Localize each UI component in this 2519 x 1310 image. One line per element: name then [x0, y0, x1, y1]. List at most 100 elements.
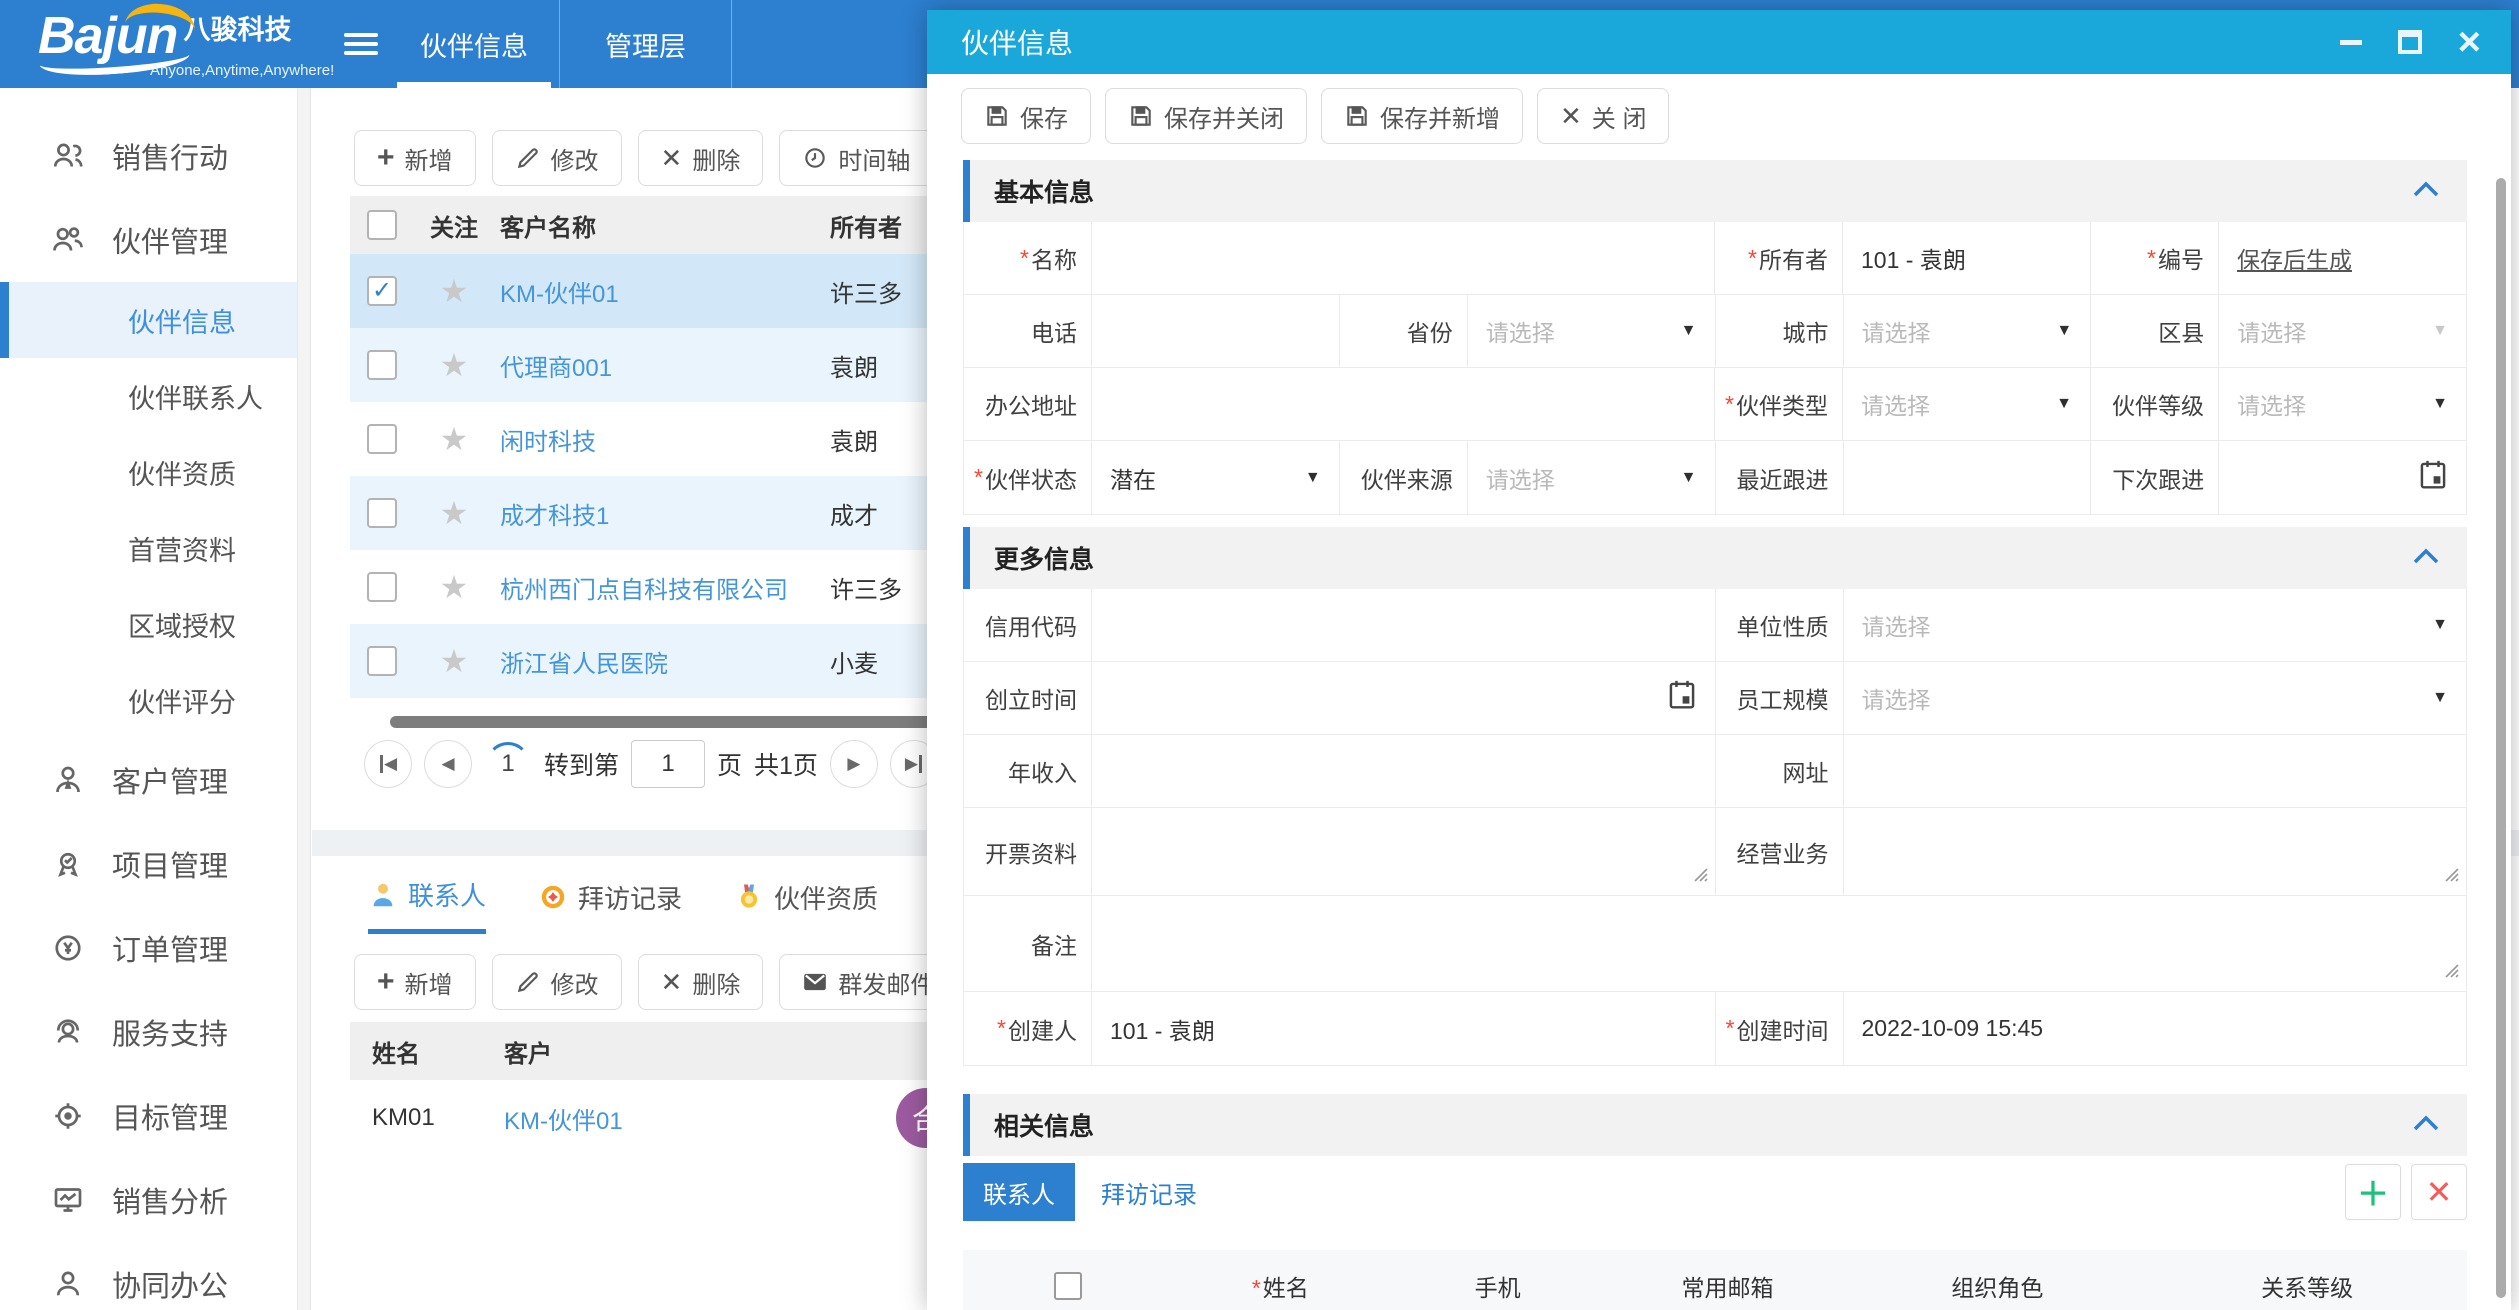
tab-management[interactable]: 管理层 [560, 0, 732, 88]
row-checkbox[interactable] [367, 498, 397, 528]
sidebar-item-partner-info[interactable]: 伙伴信息 [0, 282, 310, 358]
partner-level-select[interactable]: 请选择▼ [2219, 368, 2466, 440]
last-follow-input[interactable] [1844, 441, 2091, 514]
edit-button[interactable]: 修改 [492, 130, 622, 186]
first-page-button[interactable]: ◀ [364, 740, 412, 788]
star-icon[interactable]: ★ [440, 645, 469, 677]
staff-size-select[interactable]: 请选择▼ [1844, 662, 2467, 734]
minimize-icon[interactable] [2340, 40, 2362, 45]
partner-link[interactable]: 成才科技1 [500, 503, 609, 530]
sidebar-item-sales-analysis[interactable]: 销售分析 [0, 1158, 310, 1242]
business-textarea[interactable] [1844, 808, 2467, 895]
select-all-checkbox[interactable] [367, 210, 397, 240]
district-select[interactable]: 请选择▼ [2219, 295, 2466, 367]
related-tab-visits[interactable]: 拜访记录 [1101, 1175, 1197, 1210]
province-select[interactable]: 请选择▼ [1468, 295, 1715, 367]
row-checkbox[interactable] [367, 350, 397, 380]
star-icon[interactable]: ★ [440, 571, 469, 603]
sidebar-item-first-camp-materials[interactable]: 首营资料 [0, 510, 310, 586]
hamburger-menu-icon[interactable] [344, 28, 380, 60]
partner-source-select[interactable]: 请选择▼ [1468, 441, 1715, 514]
sidebar-item-order-management[interactable]: 订单管理 [0, 906, 310, 990]
collapse-chevron-icon[interactable] [2413, 1114, 2439, 1137]
sidebar-item-partner-management[interactable]: 伙伴管理 [0, 198, 310, 282]
sidebar-item-customer-management[interactable]: 客户管理 [0, 738, 310, 822]
page-input[interactable]: 1 [631, 740, 705, 788]
invoice-textarea[interactable] [1092, 808, 1715, 895]
field-creator: *创建人 101 - 袁朗 [964, 992, 1716, 1065]
code-generate-link[interactable]: 保存后生成 [2237, 241, 2352, 275]
collapse-chevron-icon[interactable] [2413, 180, 2439, 203]
related-delete-button[interactable]: ✕ [2411, 1164, 2467, 1220]
dialog-scrollbar[interactable] [2496, 178, 2506, 1298]
pencil-icon [515, 969, 541, 995]
partner-type-select[interactable]: 请选择▼ [1843, 368, 2090, 440]
contact-add-button[interactable]: +新增 [354, 954, 476, 1010]
sidebar-item-partner-score[interactable]: 伙伴评分 [0, 662, 310, 738]
sidebar-item-region-authorization[interactable]: 区域授权 [0, 586, 310, 662]
sidebar-item-sales-action[interactable]: 销售行动 [0, 114, 310, 198]
remark-textarea[interactable] [1092, 896, 2466, 991]
row-checkbox[interactable] [367, 424, 397, 454]
sidebar-item-target-management[interactable]: 目标管理 [0, 1074, 310, 1158]
save-new-button[interactable]: 保存并新增 [1321, 88, 1523, 144]
related-add-button[interactable]: ＋ [2345, 1164, 2401, 1220]
dialog-header[interactable]: 伙伴信息 × [927, 10, 2511, 74]
name-input[interactable] [1092, 222, 1714, 294]
maximize-icon[interactable] [2398, 30, 2422, 54]
org-nature-select[interactable]: 请选择▼ [1844, 589, 2467, 661]
next-follow-input[interactable] [2219, 441, 2466, 514]
row-checkbox[interactable] [367, 572, 397, 602]
city-select[interactable]: 请选择▼ [1844, 295, 2091, 367]
save-button[interactable]: 保存 [961, 88, 1091, 144]
calendar-icon[interactable] [2418, 459, 2448, 497]
contact-delete-button[interactable]: ✕删除 [638, 954, 764, 1010]
calendar-icon[interactable] [1667, 679, 1697, 717]
owner-value[interactable]: 101 - 袁朗 [1843, 222, 2090, 294]
related-tab-contacts[interactable]: 联系人 [963, 1163, 1075, 1221]
star-icon[interactable]: ★ [440, 349, 469, 381]
prev-page-button[interactable]: ◀ [424, 740, 472, 788]
phone-input[interactable] [1092, 295, 1339, 367]
sidebar-item-service-support[interactable]: 服务支持 [0, 990, 310, 1074]
save-close-button[interactable]: 保存并关闭 [1105, 88, 1307, 144]
close-button[interactable]: ✕关 闭 [1537, 88, 1669, 144]
tab-partner-qualification[interactable]: 伙伴资质 [734, 876, 878, 934]
sidebar-item-partner-qualification[interactable]: 伙伴资质 [0, 434, 310, 510]
contact-edit-button[interactable]: 修改 [492, 954, 622, 1010]
credit-code-input[interactable] [1092, 589, 1715, 661]
sidebar-item-project-management[interactable]: 项目管理 [0, 822, 310, 906]
resize-handle-icon[interactable] [2442, 862, 2460, 889]
current-page[interactable]: 1 [484, 740, 532, 788]
tab-partner-info[interactable]: 伙伴信息 [388, 0, 560, 88]
website-input[interactable] [1844, 735, 2467, 807]
annual-revenue-input[interactable] [1092, 735, 1715, 807]
add-button[interactable]: +新增 [354, 130, 476, 186]
next-page-button[interactable]: ▶ [830, 740, 878, 788]
partner-link[interactable]: 代理商001 [500, 355, 612, 382]
timeline-button[interactable]: 时间轴 [779, 130, 933, 186]
resize-handle-icon[interactable] [2442, 958, 2460, 985]
tab-contacts[interactable]: 联系人 [368, 876, 486, 934]
row-checkbox-checked[interactable]: ✓ [367, 276, 397, 306]
partner-link[interactable]: 闲时科技 [500, 429, 596, 456]
collapse-chevron-icon[interactable] [2413, 547, 2439, 570]
sidebar-item-collaboration[interactable]: 协同办公 [0, 1242, 310, 1310]
close-icon[interactable]: × [2458, 22, 2481, 62]
delete-button[interactable]: ✕删除 [638, 130, 764, 186]
partner-link[interactable]: KM-伙伴01 [500, 281, 619, 308]
partner-link[interactable]: 杭州西门点自科技有限公司 [500, 577, 788, 604]
star-icon[interactable]: ★ [440, 275, 469, 307]
sidebar-item-partner-contacts[interactable]: 伙伴联系人 [0, 358, 310, 434]
star-icon[interactable]: ★ [440, 423, 469, 455]
row-checkbox[interactable] [367, 646, 397, 676]
star-icon[interactable]: ★ [440, 497, 469, 529]
resize-handle-icon[interactable] [1691, 862, 1709, 889]
tab-visit-records[interactable]: 拜访记录 [538, 876, 682, 934]
related-select-all-checkbox[interactable] [1054, 1272, 1082, 1300]
partner-link[interactable]: 浙江省人民医院 [500, 651, 668, 678]
address-input[interactable] [1092, 368, 1714, 440]
customer-link[interactable]: KM-伙伴01 [504, 1108, 623, 1135]
founded-time-input[interactable] [1092, 662, 1715, 734]
partner-status-select[interactable]: 潜在▼ [1092, 441, 1339, 514]
